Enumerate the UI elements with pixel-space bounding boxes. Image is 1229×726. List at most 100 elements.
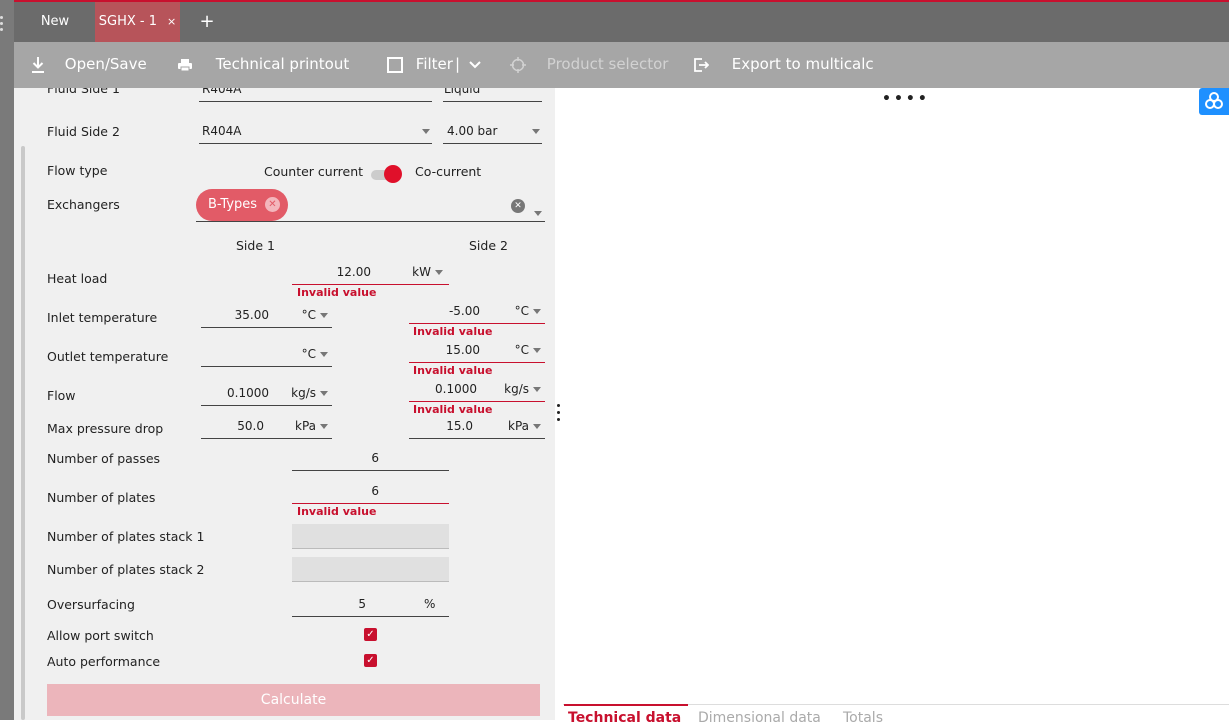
pressure-drop-side1-input[interactable]: 50.0 kPa bbox=[201, 414, 332, 439]
filter-toggle[interactable]: Filter | bbox=[387, 42, 460, 88]
chevron-down-icon bbox=[418, 124, 430, 138]
number-of-passes-input[interactable]: 6 bbox=[292, 446, 449, 471]
fluid-side-2-pressure: 4.00 bar bbox=[447, 124, 498, 138]
rail-dot bbox=[0, 28, 3, 31]
number-of-plates-input[interactable]: 6 bbox=[292, 479, 449, 504]
export-button[interactable]: Export to multicalc bbox=[693, 42, 874, 88]
chevron-down-icon bbox=[320, 424, 328, 429]
plates-stack-2-label: Number of plates stack 2 bbox=[47, 562, 205, 577]
plates-stack-1-label: Number of plates stack 1 bbox=[47, 529, 205, 544]
network-button[interactable] bbox=[1199, 88, 1229, 115]
outlet-temp-side2-unit: °C bbox=[514, 343, 529, 357]
app-rail bbox=[0, 0, 14, 720]
flow-side2-input[interactable]: 0.1000 kg/s bbox=[409, 377, 545, 402]
outlet-temp-side1-unit: °C bbox=[301, 347, 316, 361]
pressure-drop-side2-unit: kPa bbox=[508, 419, 529, 433]
flow-side2-value: 0.1000 bbox=[435, 382, 477, 396]
fluid-side-1-select[interactable]: R404A bbox=[199, 88, 432, 102]
inlet-temp-side2-unit: °C bbox=[514, 304, 529, 318]
chevron-down-icon bbox=[320, 391, 328, 396]
exchanger-chip-label: B-Types bbox=[208, 197, 258, 212]
co-current-option[interactable]: Co-current bbox=[415, 164, 481, 179]
calculate-button[interactable]: Calculate bbox=[47, 684, 540, 716]
heat-load-unit-select[interactable]: kW bbox=[412, 265, 443, 279]
panel-scrollbar[interactable] bbox=[21, 146, 25, 720]
fluid-side-1-state-select[interactable]: Liquid bbox=[443, 88, 542, 102]
pressure-drop-side1-unit: kPa bbox=[295, 419, 316, 433]
splitter-grip bbox=[557, 411, 560, 414]
flow-side2-unit-select[interactable]: kg/s bbox=[504, 382, 541, 396]
chevron-down-icon bbox=[533, 348, 541, 353]
number-of-passes-value: 6 bbox=[371, 451, 379, 465]
outlet-temp-side2-error: Invalid value bbox=[413, 364, 493, 377]
crosshair-icon bbox=[510, 56, 526, 73]
filter-dropdown-button[interactable] bbox=[469, 42, 481, 88]
tab-dimensional-data[interactable]: Dimensional data bbox=[698, 710, 821, 726]
close-icon[interactable]: × bbox=[167, 15, 176, 28]
heat-load-input[interactable]: 12.00 kW bbox=[292, 260, 449, 285]
checkbox-icon bbox=[387, 56, 403, 73]
outlet-temp-side1-unit-select[interactable]: °C bbox=[302, 347, 328, 361]
chevron-down-icon[interactable] bbox=[534, 203, 542, 222]
product-selector-button[interactable]: Product selector bbox=[510, 42, 668, 88]
heat-load-label: Heat load bbox=[47, 271, 108, 286]
plates-stack-2-input bbox=[292, 557, 449, 582]
auto-performance-label: Auto performance bbox=[47, 654, 161, 669]
oversurfacing-label: Oversurfacing bbox=[47, 597, 135, 612]
flow-side1-unit-select[interactable]: kg/s bbox=[291, 386, 328, 400]
inlet-temp-side2-value: -5.00 bbox=[448, 304, 480, 318]
fluid-side-2-label: Fluid Side 2 bbox=[47, 124, 120, 139]
flow-type-toggle[interactable] bbox=[384, 165, 402, 183]
flow-side1-unit: kg/s bbox=[291, 386, 316, 400]
outlet-temp-side2-input[interactable]: 15.00 °C bbox=[409, 338, 545, 363]
pressure-drop-side1-unit-select[interactable]: kPa bbox=[295, 419, 328, 433]
pressure-drop-side2-unit-select[interactable]: kPa bbox=[508, 419, 541, 433]
outlet-temp-side2-unit-select[interactable]: °C bbox=[515, 343, 541, 357]
technical-printout-button[interactable]: Technical printout bbox=[177, 42, 349, 88]
exchanger-chip[interactable]: B-Types ✕ bbox=[196, 189, 288, 221]
inlet-temp-side1-unit: °C bbox=[301, 308, 316, 322]
pressure-drop-side2-value: 15.0 bbox=[446, 419, 473, 433]
heat-load-value: 12.00 bbox=[336, 265, 371, 279]
download-icon bbox=[32, 56, 44, 73]
panel-splitter[interactable] bbox=[555, 88, 562, 720]
pressure-drop-side2-input[interactable]: 15.0 kPa bbox=[409, 414, 545, 439]
open-save-label: Open/Save bbox=[64, 55, 147, 73]
tab-sghx-1[interactable]: SGHX - 1 × bbox=[95, 2, 180, 42]
flow-side2-unit: kg/s bbox=[504, 382, 529, 396]
counter-current-option[interactable]: Counter current bbox=[264, 164, 363, 179]
fluid-side-1-state: Liquid bbox=[444, 88, 481, 96]
tab-technical-data[interactable]: Technical data bbox=[563, 704, 689, 726]
plates-stack-1-input bbox=[292, 524, 449, 549]
add-tab-button[interactable]: + bbox=[197, 2, 217, 42]
chevron-down-icon bbox=[469, 60, 481, 68]
oversurfacing-unit: % bbox=[424, 597, 436, 611]
fluid-side-2-select[interactable]: R404A bbox=[199, 118, 432, 144]
chevron-down-icon bbox=[320, 352, 328, 357]
max-pressure-drop-label: Max pressure drop bbox=[47, 421, 164, 436]
heat-load-error: Invalid value bbox=[297, 286, 377, 299]
oversurfacing-input[interactable]: 5 bbox=[292, 592, 420, 617]
inlet-temp-side1-input[interactable]: 35.00 °C bbox=[201, 303, 332, 328]
toolbar: Open/Save Technical printout Filter | Pro… bbox=[14, 42, 1229, 88]
tab-totals[interactable]: Totals bbox=[843, 710, 883, 726]
number-of-passes-label: Number of passes bbox=[47, 451, 161, 466]
rail-dot bbox=[0, 22, 3, 25]
flow-side1-input[interactable]: 0.1000 kg/s bbox=[201, 381, 332, 406]
inlet-temp-side1-unit-select[interactable]: °C bbox=[302, 308, 328, 322]
flow-type-label: Flow type bbox=[47, 163, 108, 178]
fluid-side-2-pressure-select[interactable]: 4.00 bar bbox=[443, 118, 542, 144]
export-icon bbox=[694, 57, 710, 72]
allow-port-switch-checkbox[interactable]: ✓ bbox=[364, 628, 377, 641]
inlet-temp-side2-input[interactable]: -5.00 °C bbox=[409, 299, 545, 324]
remove-chip-icon[interactable]: ✕ bbox=[265, 197, 280, 212]
inlet-temp-side2-unit-select[interactable]: °C bbox=[515, 304, 541, 318]
open-save-button[interactable]: Open/Save bbox=[30, 42, 147, 88]
allow-port-switch-label: Allow port switch bbox=[47, 628, 154, 643]
tab-new[interactable]: New bbox=[28, 2, 82, 42]
auto-performance-checkbox[interactable]: ✓ bbox=[364, 654, 377, 667]
outlet-temp-side1-input[interactable]: °C bbox=[201, 342, 332, 367]
export-label: Export to multicalc bbox=[731, 55, 874, 73]
separator: | bbox=[454, 55, 460, 73]
clear-icon[interactable]: ✕ bbox=[511, 199, 525, 213]
